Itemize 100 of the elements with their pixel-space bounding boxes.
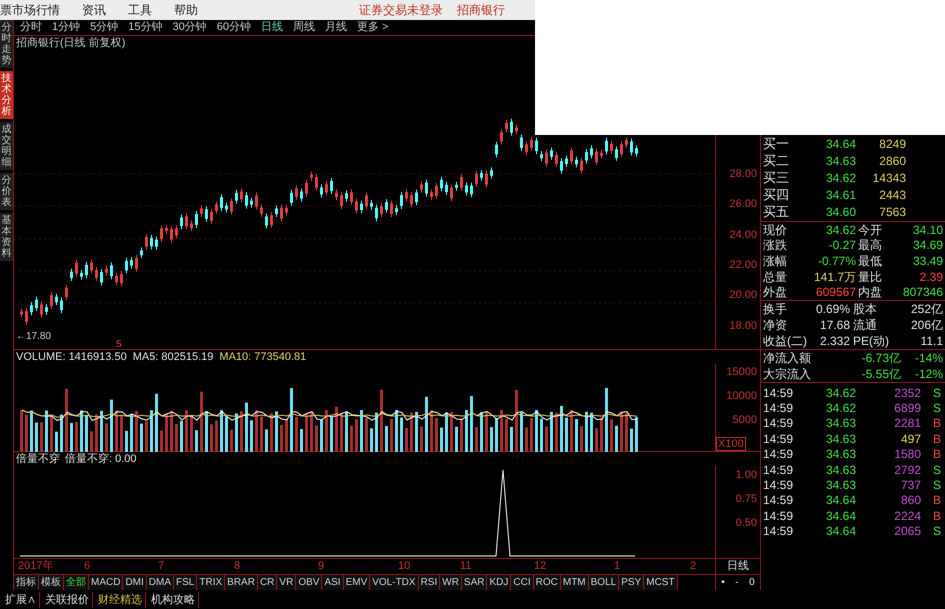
status-link[interactable]: 证券交易未登录 <box>359 1 443 19</box>
period-tab[interactable]: 1分钟 <box>52 19 80 36</box>
tick-price: 34.63 <box>824 415 856 432</box>
period-tab[interactable]: 月线 <box>325 19 347 36</box>
indicator-tab[interactable]: BRAR <box>225 575 258 590</box>
tick-time: 14:59 <box>762 523 794 540</box>
tick-volume: 737 <box>900 477 921 494</box>
indicator-tab[interactable]: ROC <box>534 575 561 590</box>
indicator-tab[interactable]: SAR <box>462 575 488 590</box>
stat-label: 流通 <box>852 316 878 334</box>
flow-amount: -5.55亿 <box>860 366 901 383</box>
period-label: 日线 <box>727 559 749 574</box>
indicator-tab[interactable]: ASI <box>322 575 344 590</box>
date-label: 2017年 <box>18 559 54 574</box>
tick-price: 34.62 <box>824 400 856 418</box>
bottom-tab[interactable]: 扩展∧ <box>2 592 40 608</box>
stat-value: 17.68 <box>818 316 850 334</box>
tick-side: B <box>932 492 941 510</box>
axis-label: 24.00 <box>729 228 757 243</box>
indicator-tab[interactable]: OBV <box>296 575 322 590</box>
side-tab[interactable]: 分价表 <box>0 173 13 210</box>
indicator-tab[interactable]: CCI <box>511 575 534 590</box>
quote-value: 609567 <box>814 284 856 302</box>
quote-value: 141.7万 <box>812 268 856 286</box>
tick-volume: 2352 <box>893 384 921 402</box>
axis-label: 5000 <box>732 413 757 428</box>
bottom-tab[interactable]: 财经精选 <box>95 592 146 608</box>
stat-label: 股本 <box>852 300 878 318</box>
indicator-tab[interactable]: PSY <box>619 575 644 590</box>
indicator-tab[interactable]: EMV <box>344 575 370 590</box>
indicator-tab[interactable]: MACD <box>89 575 124 590</box>
axis-label: 18.00 <box>729 318 757 334</box>
indicator-tab[interactable]: DMA <box>146 575 174 590</box>
indicator-tab[interactable]: MCST <box>644 575 678 590</box>
side-tab[interactable]: 基本资料 <box>0 213 13 261</box>
zoom-button[interactable]: - <box>733 575 741 590</box>
quote-label: 外盘 <box>762 284 788 302</box>
tick-volume: 2792 <box>893 462 921 479</box>
bid-volume: 7563 <box>878 204 906 220</box>
indicator-tab[interactable]: BOLL <box>588 575 620 590</box>
zoom-button[interactable]: • <box>719 575 727 590</box>
period-tab[interactable]: 15分钟 <box>128 19 162 36</box>
indicator-tab[interactable]: RSI <box>418 575 440 590</box>
indicator-tab[interactable]: WR <box>440 575 462 590</box>
axis-label: 20.00 <box>729 288 757 304</box>
axis-label: 15000 <box>726 365 757 380</box>
quote-label: 现价 <box>762 222 788 239</box>
quote-label: 最高 <box>857 237 883 254</box>
quote-value: 807346 <box>902 284 943 302</box>
tick-price: 34.64 <box>824 508 856 525</box>
indicator-tab[interactable]: 模板 <box>39 575 64 590</box>
flow-amount: -6.73亿 <box>860 350 901 367</box>
bid-price: 34.61 <box>824 186 856 204</box>
side-tab[interactable]: 技术分析 <box>0 71 13 119</box>
bottom-tab[interactable]: 机构攻略 <box>148 592 199 608</box>
menu-item[interactable]: 工具 <box>128 1 152 19</box>
indicator-tab[interactable]: VOL-TDX <box>370 575 419 590</box>
period-tab[interactable]: 30分钟 <box>172 19 207 36</box>
quote-value: -0.77% <box>816 252 856 270</box>
stat-value: 252亿 <box>910 300 943 318</box>
axis-label: 0.75 <box>736 492 757 507</box>
indicator-tab[interactable]: DMI <box>123 575 147 590</box>
indicator-tab[interactable]: KDJ <box>487 575 512 590</box>
event-marker: 5 <box>116 338 122 352</box>
indicator-tab[interactable]: TRIX <box>197 575 226 590</box>
period-tab[interactable]: 5分钟 <box>90 19 118 36</box>
indicator-tab[interactable]: MTM <box>560 575 589 590</box>
period-tab[interactable]: 更多 > <box>357 19 388 36</box>
menu-item[interactable]: 帮助 <box>174 1 198 19</box>
menu-item[interactable]: 票市场行情 <box>0 1 60 19</box>
date-label: 10 <box>398 559 412 574</box>
indicator-tab[interactable]: 全部 <box>64 575 89 590</box>
period-tab[interactable]: 分时 <box>20 19 42 36</box>
tick-time: 14:59 <box>762 384 794 402</box>
bid-label: 买三 <box>762 168 790 187</box>
bid-volume: 8249 <box>878 136 906 152</box>
quote-label: 今开 <box>857 222 883 238</box>
tick-side: S <box>932 462 941 479</box>
period-tab[interactable]: 日线 <box>261 19 283 36</box>
bottom-tab[interactable]: 关联报价 <box>42 592 93 608</box>
tick-volume: 497 <box>900 430 921 448</box>
quote-label: 涨跌 <box>762 237 788 254</box>
indicator-tab[interactable]: FSL <box>174 575 198 590</box>
flow-percent: -14% <box>914 350 943 367</box>
side-tab[interactable]: 分时走势 <box>0 20 13 68</box>
stat-value: 11.1 <box>920 332 943 350</box>
tick-side: S <box>932 477 941 494</box>
status-link[interactable]: 招商银行 <box>457 1 505 19</box>
menu-item[interactable]: 资讯 <box>82 1 106 19</box>
period-tab[interactable]: 60分钟 <box>216 19 251 36</box>
side-tab[interactable]: 成交明细 <box>0 122 13 170</box>
axis-label: 26.00 <box>729 197 757 212</box>
indicator-tab[interactable]: VR <box>277 575 296 590</box>
axis-label: 1.00 <box>736 468 757 483</box>
date-label: 2 <box>690 559 698 574</box>
zoom-button[interactable]: 0 <box>747 575 757 590</box>
period-tab[interactable]: 周线 <box>293 19 315 36</box>
quote-label: 内盘 <box>857 284 883 302</box>
indicator-tab[interactable]: CR <box>258 575 278 590</box>
indicator-tab[interactable]: 指标 <box>14 575 39 590</box>
